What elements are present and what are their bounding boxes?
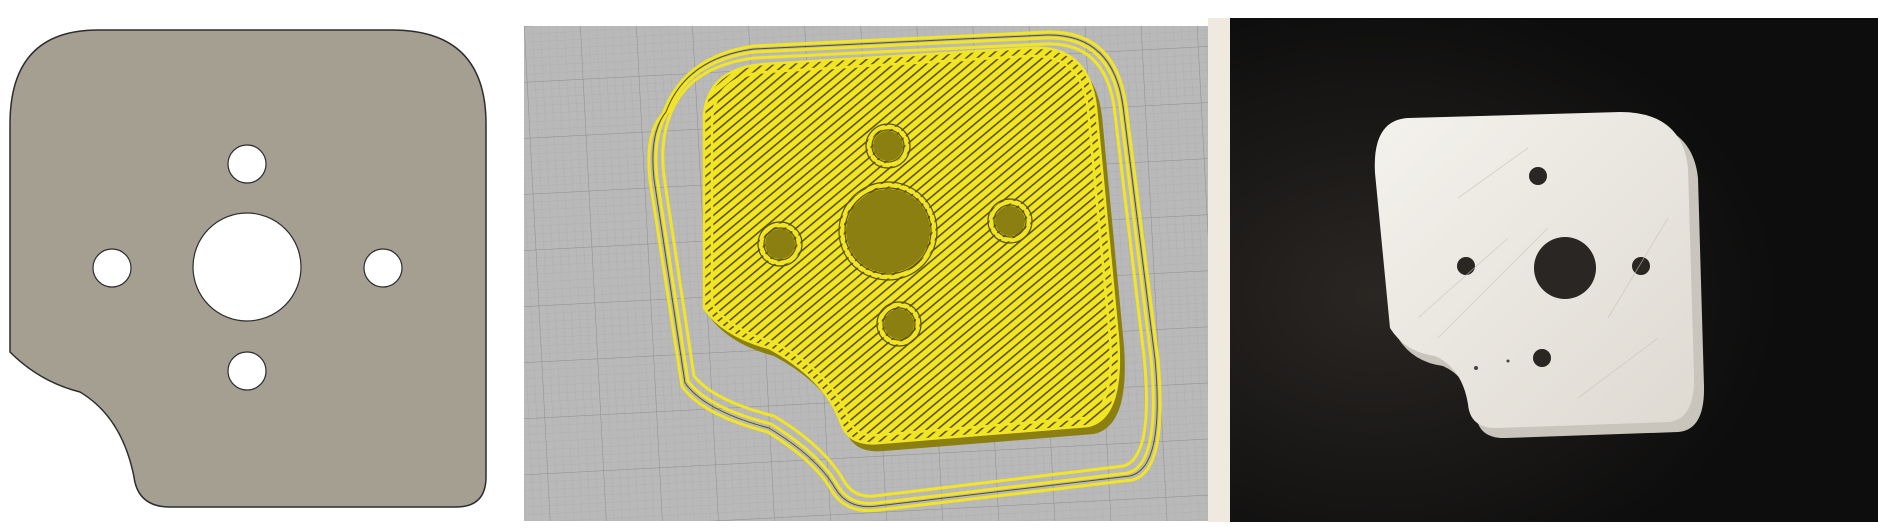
cad-plate-drawing [0, 22, 492, 512]
photo-svg [1208, 18, 1878, 522]
cad-plate-svg [9, 29, 487, 508]
photo-left-edge [1208, 18, 1230, 522]
photo-center-hole [1534, 237, 1596, 299]
photo-hole-right [1632, 257, 1650, 275]
photo-hole-left [1457, 257, 1475, 275]
cad-plate-outline [9, 29, 487, 508]
printed-part-photo [1208, 18, 1878, 522]
slicer-toolpath-preview [524, 26, 1208, 521]
photo-hole-top [1529, 167, 1547, 185]
slicer-svg [524, 26, 1208, 521]
photo-hole-bottom [1533, 349, 1551, 367]
